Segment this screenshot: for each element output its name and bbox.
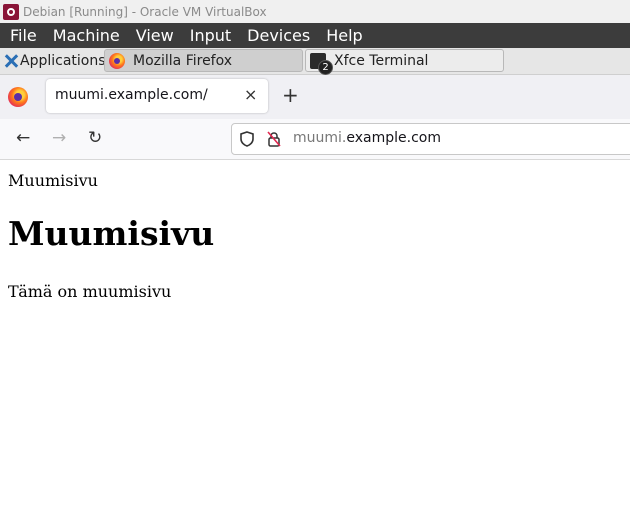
taskbar-item-label: Mozilla Firefox xyxy=(133,52,233,69)
window-title: Debian [Running] - Oracle VM VirtualBox xyxy=(23,4,267,19)
menu-file[interactable]: File xyxy=(0,23,43,48)
xfce-applications-icon xyxy=(4,54,18,68)
menu-input[interactable]: Input xyxy=(180,23,237,48)
browser-tab-strip: muumi.example.com/ × + xyxy=(0,75,630,119)
xfce-panel: Applications ⠿ Mozilla Firefox 2 Xfce Te… xyxy=(0,48,630,75)
tab-title: muumi.example.com/ xyxy=(55,87,208,103)
menu-view[interactable]: View xyxy=(126,23,180,48)
url-bar[interactable]: muumi.example.com xyxy=(231,123,630,155)
terminal-icon: 2 xyxy=(310,52,333,75)
taskbar-item-terminal[interactable]: 2 Xfce Terminal xyxy=(305,49,504,75)
tab-muumi[interactable]: muumi.example.com/ × xyxy=(46,79,268,113)
web-page-content: Muumisivu Muumisivu Tämä on muumisivu xyxy=(0,160,630,530)
menu-devices[interactable]: Devices xyxy=(237,23,316,48)
taskbar-item-firefox[interactable]: Mozilla Firefox xyxy=(104,49,303,72)
forward-button[interactable]: → xyxy=(52,128,66,148)
page-heading: Muumisivu xyxy=(8,214,215,253)
applications-menu-button[interactable]: Applications ⠿ xyxy=(0,48,118,74)
taskbar-item-label: Xfce Terminal xyxy=(334,52,429,69)
url-subdomain: muumi. xyxy=(293,130,347,146)
menu-machine[interactable]: Machine xyxy=(43,23,126,48)
page-paragraph: Tämä on muumisivu xyxy=(8,282,172,301)
new-tab-button[interactable]: + xyxy=(282,85,299,105)
vbox-menu-bar: File Machine View Input Devices Help xyxy=(0,23,630,48)
tracking-protection-shield-icon[interactable] xyxy=(240,131,254,147)
menu-help[interactable]: Help xyxy=(316,23,368,48)
firefox-icon xyxy=(109,52,125,69)
browser-nav-bar: ← → ↻ muumi.example.com xyxy=(0,119,630,160)
firefox-view-icon[interactable] xyxy=(8,87,28,107)
page-title-text: Muumisivu xyxy=(8,171,98,190)
window-count-badge: 2 xyxy=(318,59,333,75)
url-text[interactable]: muumi.example.com xyxy=(293,130,441,146)
back-button[interactable]: ← xyxy=(16,128,30,148)
tab-close-icon[interactable]: × xyxy=(244,85,257,104)
url-domain: example.com xyxy=(346,130,441,146)
applications-label: Applications xyxy=(20,53,106,69)
vbox-title-bar: Debian [Running] - Oracle VM VirtualBox xyxy=(0,0,630,23)
reload-button[interactable]: ↻ xyxy=(88,128,102,148)
virtualbox-logo-icon xyxy=(3,3,19,20)
insecure-lock-icon[interactable] xyxy=(266,131,282,147)
